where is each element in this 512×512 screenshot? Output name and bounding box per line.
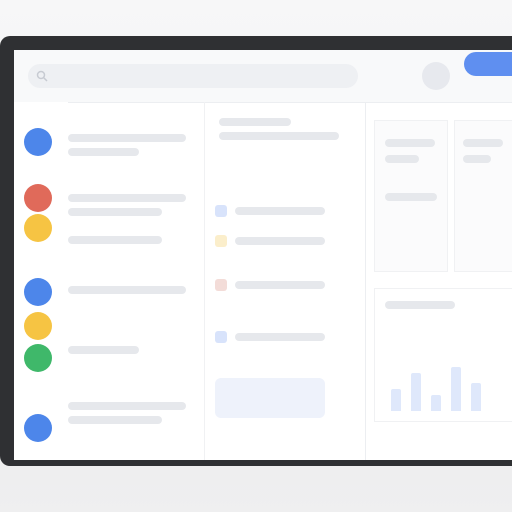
nav-list bbox=[68, 102, 198, 460]
yellow-app-icon[interactable] bbox=[24, 214, 52, 242]
list-item-label-bar bbox=[68, 194, 186, 202]
row-icon bbox=[215, 205, 227, 217]
search-input[interactable] bbox=[28, 64, 358, 88]
row-icon bbox=[215, 331, 227, 343]
row-icon bbox=[215, 279, 227, 291]
summary-panel bbox=[374, 120, 448, 272]
list-item[interactable] bbox=[68, 346, 186, 360]
list-item[interactable] bbox=[68, 402, 186, 430]
list-item[interactable] bbox=[68, 134, 186, 162]
list-item-label-bar bbox=[68, 286, 186, 294]
detail-row-bar bbox=[235, 237, 325, 245]
side-panel bbox=[454, 120, 512, 272]
activity-bar bbox=[385, 301, 455, 309]
summary-bar bbox=[385, 139, 435, 147]
app-window bbox=[14, 50, 512, 460]
row-icon bbox=[215, 235, 227, 247]
detail-row-bar bbox=[235, 281, 325, 289]
chart-column bbox=[451, 367, 461, 411]
activity-chart bbox=[385, 341, 503, 411]
avatar[interactable] bbox=[422, 62, 450, 90]
top-bar bbox=[14, 50, 512, 103]
search-icon bbox=[36, 70, 48, 82]
green-app-icon[interactable] bbox=[24, 344, 52, 372]
side-bar bbox=[463, 139, 503, 147]
app-rail bbox=[14, 102, 68, 460]
blue-app-icon[interactable] bbox=[24, 128, 52, 156]
list-item-label-bar bbox=[68, 346, 139, 354]
list-item-label-bar bbox=[68, 134, 186, 142]
chart-column bbox=[471, 383, 481, 411]
primary-action-button[interactable] bbox=[464, 52, 512, 76]
list-item[interactable] bbox=[68, 236, 186, 250]
summary-bar bbox=[385, 193, 437, 201]
red-app-icon[interactable] bbox=[24, 184, 52, 212]
chart-column bbox=[411, 373, 421, 411]
detail-row[interactable] bbox=[215, 272, 355, 298]
detail-heading bbox=[219, 118, 339, 146]
list-item-sub-bar bbox=[68, 148, 139, 156]
selected-card[interactable] bbox=[215, 378, 325, 418]
summary-bar bbox=[385, 155, 419, 163]
right-pane bbox=[366, 102, 512, 460]
list-item[interactable] bbox=[68, 194, 186, 222]
detail-column bbox=[204, 102, 366, 460]
chart-column bbox=[431, 395, 441, 411]
detail-heading-bar bbox=[219, 118, 291, 126]
side-bar bbox=[463, 155, 491, 163]
list-item[interactable] bbox=[68, 286, 186, 300]
yellow-app-icon[interactable] bbox=[24, 312, 52, 340]
detail-row-bar bbox=[235, 333, 325, 341]
detail-row[interactable] bbox=[215, 198, 355, 224]
activity-panel bbox=[374, 288, 512, 422]
list-item-label-bar bbox=[68, 402, 186, 410]
list-item-label-bar bbox=[68, 236, 163, 244]
list-item-sub-bar bbox=[68, 416, 163, 424]
detail-row-bar bbox=[235, 207, 325, 215]
blue-app-icon[interactable] bbox=[24, 278, 52, 306]
list-item-sub-bar bbox=[68, 208, 163, 216]
detail-row[interactable] bbox=[215, 324, 355, 350]
detail-subheading-bar bbox=[219, 132, 339, 140]
blue-app-icon[interactable] bbox=[24, 414, 52, 442]
chart-column bbox=[391, 389, 401, 411]
detail-row[interactable] bbox=[215, 228, 355, 254]
screenshot-stage bbox=[0, 0, 512, 512]
bottom-fade bbox=[0, 466, 512, 512]
